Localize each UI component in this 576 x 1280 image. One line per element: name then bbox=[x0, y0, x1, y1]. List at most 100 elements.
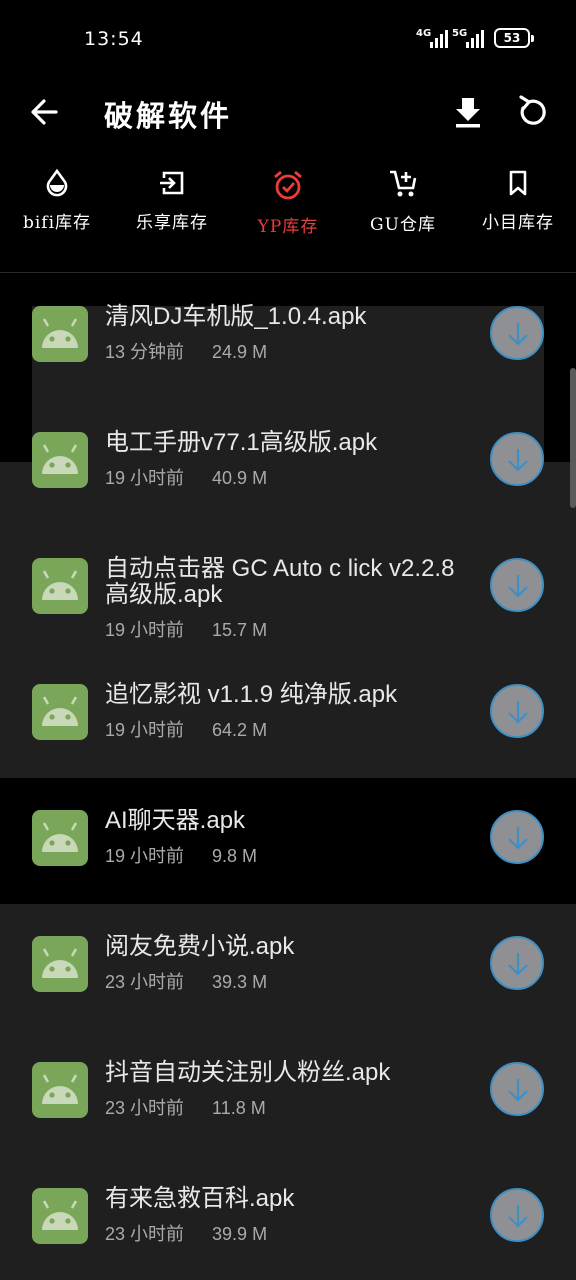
arrow-down-icon bbox=[508, 1079, 528, 1102]
file-size: 64.2 M bbox=[212, 720, 268, 740]
refresh-button[interactable] bbox=[512, 92, 552, 132]
file-time: 19 小时前 bbox=[105, 846, 185, 866]
tab-lexiang[interactable]: 乐享库存 bbox=[117, 160, 227, 250]
apk-icon bbox=[32, 684, 88, 740]
list-item[interactable]: 有来急救百科.apk 23 小时前 39.9 M bbox=[0, 1176, 576, 1280]
file-name: AI聊天器.apk bbox=[105, 807, 246, 834]
status-time: 13:54 bbox=[84, 28, 144, 50]
file-name: 阅友免费小说.apk bbox=[105, 933, 295, 960]
android-icon bbox=[42, 1074, 78, 1104]
storage-tabs: bifi库存 乐享库存 YP库存 GU仓库 小目库存 bbox=[0, 160, 576, 270]
file-meta: 19 小时前 9.8 M bbox=[105, 842, 257, 868]
file-name: 清风DJ车机版_1.0.4.apk bbox=[105, 303, 367, 330]
arrow-down-icon bbox=[508, 701, 528, 724]
file-time: 23 小时前 bbox=[105, 1098, 185, 1118]
tab-label: GU仓库 bbox=[370, 215, 436, 235]
app-header: 破解软件 bbox=[0, 78, 576, 148]
file-time: 19 小时前 bbox=[105, 720, 185, 740]
bookmark-icon bbox=[509, 170, 527, 196]
file-name: 追忆影视 v1.1.9 纯净版.apk bbox=[105, 681, 398, 708]
file-time: 13 分钟前 bbox=[105, 342, 185, 362]
list-item[interactable]: 清风DJ车机版_1.0.4.apk 13 分钟前 24.9 M bbox=[0, 294, 576, 420]
arrow-down-icon bbox=[508, 1205, 528, 1228]
apk-icon bbox=[32, 558, 88, 614]
apk-icon bbox=[32, 306, 88, 362]
file-meta: 23 小时前 39.3 M bbox=[105, 968, 267, 994]
android-icon bbox=[42, 1200, 78, 1230]
tab-yp[interactable]: YP库存 bbox=[233, 160, 343, 250]
tab-xiaomu[interactable]: 小目库存 bbox=[463, 160, 573, 250]
file-meta: 13 分钟前 24.9 M bbox=[105, 338, 267, 364]
file-time: 19 小时前 bbox=[105, 468, 185, 488]
file-name: 抖音自动关注别人粉丝.apk bbox=[105, 1059, 391, 1086]
download-button[interactable] bbox=[490, 1062, 544, 1116]
login-icon bbox=[160, 171, 184, 195]
scrollbar[interactable] bbox=[570, 368, 576, 508]
file-name: 自动点击器 GC Auto c lick v2.2.8 高级版.apk bbox=[105, 555, 455, 608]
apk-icon bbox=[32, 432, 88, 488]
arrow-down-icon bbox=[508, 575, 528, 598]
arrow-down-icon bbox=[508, 323, 528, 346]
apk-icon bbox=[32, 810, 88, 866]
download-button[interactable] bbox=[490, 432, 544, 486]
back-button[interactable] bbox=[26, 92, 66, 132]
file-list: 清风DJ车机版_1.0.4.apk 13 分钟前 24.9 M 电工手册v77.1… bbox=[0, 274, 576, 1280]
download-all-button[interactable] bbox=[448, 92, 488, 132]
file-size: 39.3 M bbox=[212, 972, 268, 992]
file-time: 23 小时前 bbox=[105, 1224, 185, 1244]
android-icon bbox=[42, 444, 78, 474]
file-meta: 19 小时前 15.7 M bbox=[105, 616, 267, 642]
download-button[interactable] bbox=[490, 306, 544, 360]
list-item[interactable]: 阅友免费小说.apk 23 小时前 39.3 M bbox=[0, 924, 576, 1050]
divider bbox=[0, 272, 576, 273]
tab-label: 乐享库存 bbox=[136, 213, 208, 233]
tab-bifi[interactable]: bifi库存 bbox=[2, 160, 112, 250]
apk-icon bbox=[32, 1188, 88, 1244]
list-item[interactable]: 抖音自动关注别人粉丝.apk 23 小时前 11.8 M bbox=[0, 1050, 576, 1176]
download-icon bbox=[456, 98, 480, 128]
apk-icon bbox=[32, 1062, 88, 1118]
file-size: 11.8 M bbox=[212, 1098, 266, 1118]
file-time: 23 小时前 bbox=[105, 972, 185, 992]
android-icon bbox=[42, 822, 78, 852]
download-button[interactable] bbox=[490, 936, 544, 990]
signal-4g-label: 4G bbox=[416, 28, 432, 39]
file-size: 39.9 M bbox=[212, 1224, 268, 1244]
download-button[interactable] bbox=[490, 1188, 544, 1242]
apk-icon bbox=[32, 936, 88, 992]
alarm-check-icon bbox=[274, 170, 302, 200]
status-bar: 13:54 4G 5G 53 bbox=[0, 0, 576, 78]
signal-5g-icon: 5G bbox=[452, 28, 492, 48]
tab-label: bifi库存 bbox=[22, 213, 92, 233]
download-button[interactable] bbox=[490, 810, 544, 864]
android-icon bbox=[42, 948, 78, 978]
tab-label: YP库存 bbox=[257, 217, 319, 237]
list-item[interactable]: 电工手册v77.1高级版.apk 19 小时前 40.9 M bbox=[0, 420, 576, 546]
file-size: 40.9 M bbox=[212, 468, 268, 488]
list-item[interactable]: 追忆影视 v1.1.9 纯净版.apk 19 小时前 64.2 M bbox=[0, 672, 576, 798]
file-meta: 19 小时前 64.2 M bbox=[105, 716, 267, 742]
file-name: 有来急救百科.apk bbox=[105, 1185, 295, 1212]
download-button[interactable] bbox=[490, 558, 544, 612]
download-button[interactable] bbox=[490, 684, 544, 738]
android-icon bbox=[42, 696, 78, 726]
list-item[interactable]: 自动点击器 GC Auto c lick v2.2.8 高级版.apk 19 小… bbox=[0, 546, 576, 672]
tab-gu[interactable]: GU仓库 bbox=[348, 160, 458, 250]
cart-add-icon bbox=[390, 170, 417, 197]
file-size: 9.8 M bbox=[212, 846, 258, 866]
arrow-down-icon bbox=[508, 953, 528, 976]
file-size: 15.7 M bbox=[212, 620, 268, 640]
android-icon bbox=[42, 318, 78, 348]
drop-icon bbox=[46, 168, 68, 197]
file-meta: 23 小时前 39.9 M bbox=[105, 1220, 267, 1246]
arrow-down-icon bbox=[508, 449, 528, 472]
file-time: 19 小时前 bbox=[105, 620, 185, 640]
arrow-down-icon bbox=[508, 827, 528, 850]
file-meta: 23 小时前 11.8 M bbox=[105, 1094, 266, 1120]
battery-icon: 53 bbox=[494, 28, 534, 48]
list-item[interactable]: AI聊天器.apk 19 小时前 9.8 M bbox=[0, 798, 576, 924]
page-title: 破解软件 bbox=[104, 99, 233, 133]
file-meta: 19 小时前 40.9 M bbox=[105, 464, 267, 490]
arrow-left-icon bbox=[31, 99, 58, 125]
file-size: 24.9 M bbox=[212, 342, 268, 362]
